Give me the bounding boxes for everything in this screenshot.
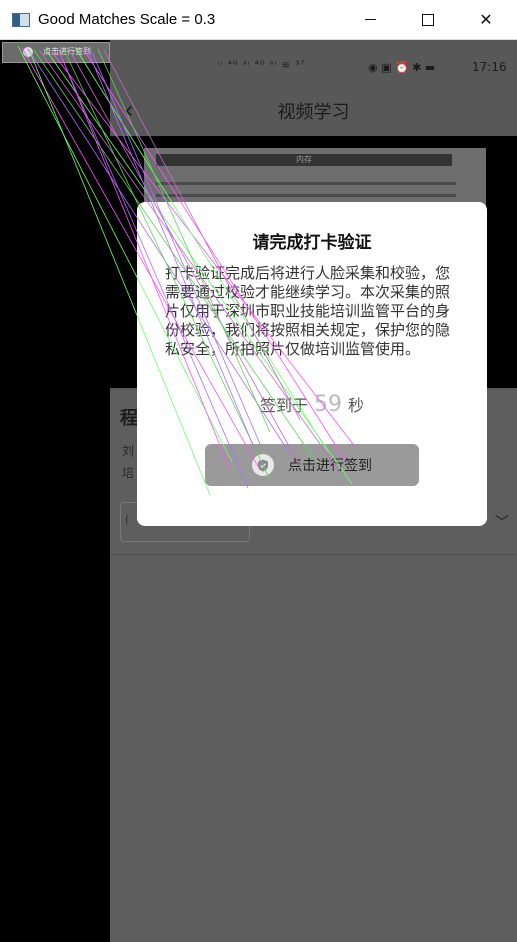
nav-bar: ‹ 视频学习: [110, 88, 517, 134]
sign-in-button[interactable]: 点击进行签到: [205, 444, 419, 486]
course-tab-label: (: [125, 515, 129, 526]
slide-text-line: [156, 182, 456, 185]
maximize-button[interactable]: [399, 0, 457, 39]
close-button[interactable]: ✕: [457, 0, 515, 39]
dialog-message: 打卡验证完成后将进行人脸采集和校验，您需要通过校验才能继续学习。本次采集的照片仅…: [165, 264, 451, 358]
status-icons: ◉ ▣ ⏰ ✱ ▬: [368, 61, 436, 74]
minimize-icon: [364, 19, 376, 20]
app-window-icon: [12, 12, 30, 27]
slide-header: 内存: [156, 154, 452, 166]
countdown: 签到于 59 秒: [137, 392, 487, 417]
status-signal: ᵎᵎ ⁴ᴳ ᵃᵎ ⁴ᴳ ᵃᵎ ≋ ³⁷: [218, 60, 306, 71]
checkin-dialog: 请完成打卡验证 打卡验证完成后将进行人脸采集和校验，您需要通过校验才能继续学习。…: [137, 202, 487, 526]
status-bar: ᵎᵎ ⁴ᴳ ᵃᵎ ⁴ᴳ ᵃᵎ ≋ ³⁷ ◉ ▣ ⏰ ✱ ▬ 17:16: [110, 58, 517, 82]
shield-check-icon: [252, 454, 274, 476]
countdown-value: 59: [314, 392, 342, 417]
course-meta-1: 刘: [122, 444, 135, 458]
course-meta-2: 培: [122, 466, 135, 480]
countdown-suffix: 秒: [348, 396, 365, 415]
page-title: 视频学习: [277, 102, 350, 123]
window-titlebar: Good Matches Scale = 0.3 ✕: [0, 0, 517, 40]
thumbnail-dot-icon: [23, 47, 33, 57]
countdown-prefix: 签到于: [259, 396, 308, 415]
close-icon: ✕: [479, 10, 493, 29]
thumbnail-label: 点击进行签到: [43, 47, 91, 56]
status-time: 17:16: [472, 60, 507, 74]
window-title: Good Matches Scale = 0.3: [38, 11, 216, 28]
sign-in-button-label: 点击进行签到: [288, 458, 372, 474]
template-thumbnail: 点击进行签到: [2, 42, 110, 63]
course-title: 程: [120, 408, 138, 429]
slide-text-line: [156, 194, 456, 197]
divider: [110, 554, 517, 555]
chevron-down-icon[interactable]: ﹀: [495, 512, 509, 532]
dialog-title: 请完成打卡验证: [252, 233, 372, 253]
minimize-button[interactable]: [341, 0, 399, 39]
maximize-icon: [422, 13, 434, 26]
